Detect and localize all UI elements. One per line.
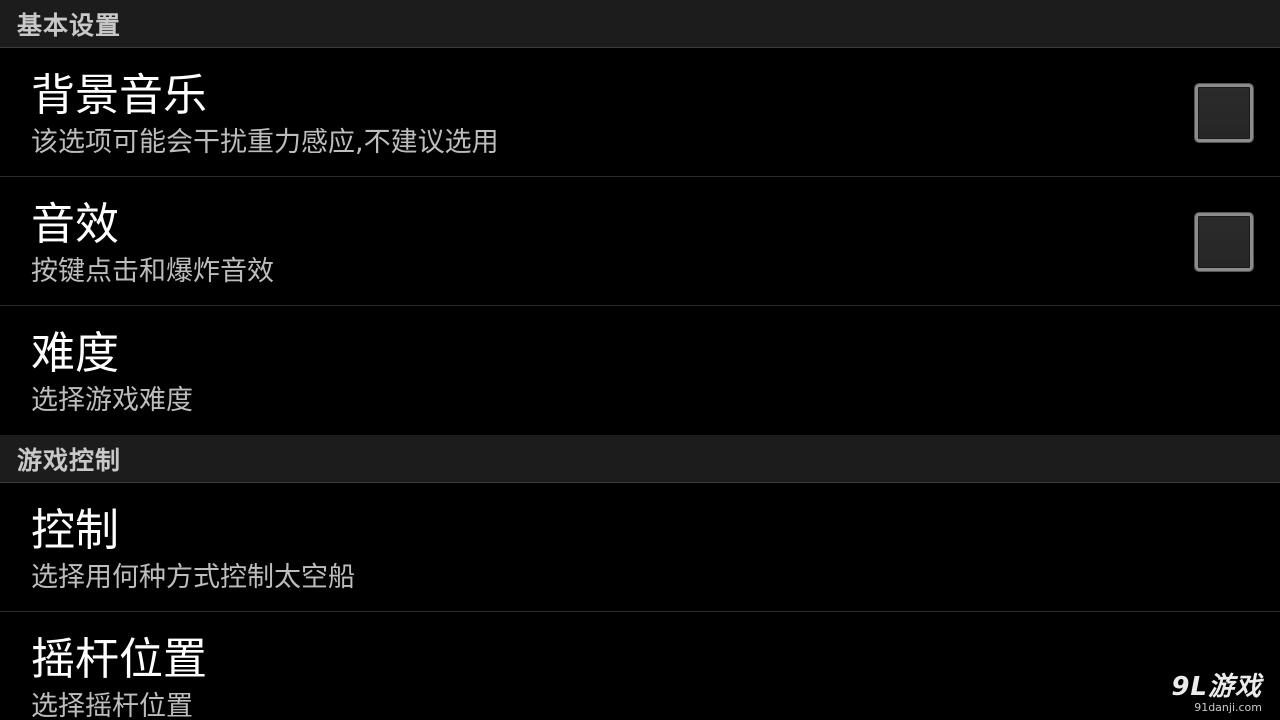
pref-summary: 选择摇杆位置 — [31, 691, 193, 720]
section-header-control: 游戏控制 — [0, 435, 1280, 483]
watermark-url: 91danji.com — [1194, 701, 1262, 714]
section-header-label: 游戏控制 — [17, 445, 122, 475]
sound-effects-checkbox[interactable] — [1195, 213, 1253, 271]
site-watermark: 9L游戏 91danji.com — [1171, 673, 1262, 714]
background-music-checkbox[interactable] — [1195, 84, 1253, 142]
watermark-logo: 9L游戏 — [1171, 672, 1262, 702]
pref-sound-effects[interactable]: 音效 按键点击和爆炸音效 — [0, 177, 1280, 306]
pref-summary: 按键点击和爆炸音效 — [31, 256, 274, 287]
pref-title: 难度 — [31, 328, 119, 379]
section-header-basic: 基本设置 — [0, 0, 1280, 48]
pref-background-music[interactable]: 背景音乐 该选项可能会干扰重力感应,不建议选用 — [0, 48, 1280, 177]
settings-screen: 基本设置 背景音乐 该选项可能会干扰重力感应,不建议选用 音效 按键点击和爆炸音… — [0, 0, 1280, 720]
pref-joystick-position[interactable]: 摇杆位置 选择摇杆位置 — [0, 612, 1280, 720]
pref-title: 背景音乐 — [31, 70, 207, 121]
pref-title: 摇杆位置 — [31, 634, 207, 685]
pref-difficulty[interactable]: 难度 选择游戏难度 — [0, 306, 1280, 435]
pref-title: 音效 — [31, 199, 119, 250]
pref-summary: 选择用何种方式控制太空船 — [31, 562, 355, 593]
pref-title: 控制 — [31, 505, 119, 556]
pref-summary: 该选项可能会干扰重力感应,不建议选用 — [31, 127, 499, 158]
pref-control[interactable]: 控制 选择用何种方式控制太空船 — [0, 483, 1280, 612]
section-header-label: 基本设置 — [17, 10, 122, 40]
pref-summary: 选择游戏难度 — [31, 385, 193, 416]
